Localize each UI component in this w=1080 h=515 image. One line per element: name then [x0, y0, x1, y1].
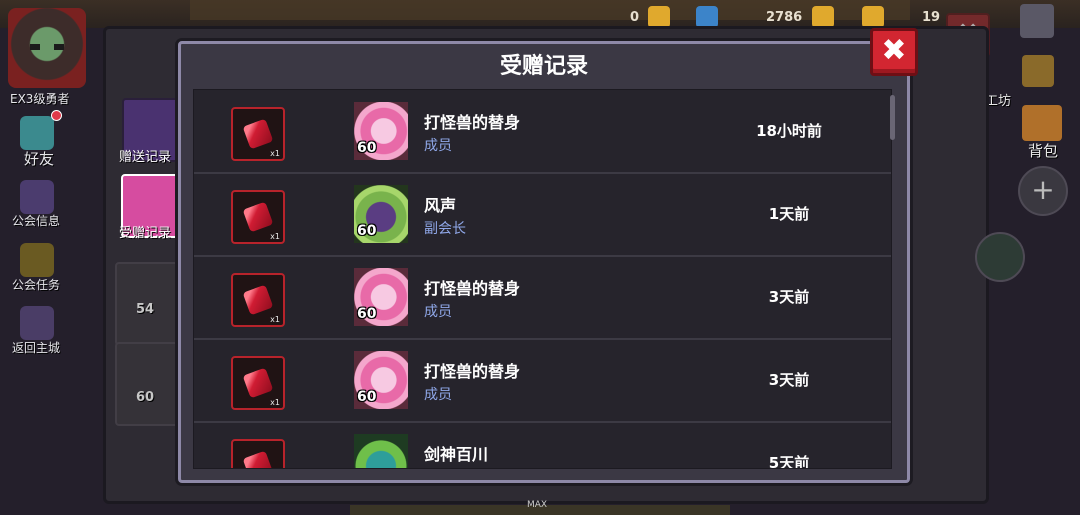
friends-icon[interactable]	[20, 116, 54, 150]
member-name: 风声	[424, 196, 457, 215]
avatar-eye-left	[30, 44, 40, 50]
arrow-right-icon[interactable]	[1022, 55, 1054, 87]
member-role: 成员	[424, 387, 452, 403]
gift-gem-icon: x1	[231, 273, 285, 327]
gift-time: 5天前	[768, 454, 810, 469]
member-role: 成员	[424, 138, 452, 154]
backpack-icon[interactable]	[1022, 105, 1062, 141]
member-role: 副会长	[424, 221, 466, 237]
records-list[interactable]: x1 60 打怪兽的替身 成员 18小时前 x1 60 风声副会长 1天前 x1 60 打怪兽的替身成…	[193, 89, 892, 469]
gift-quantity: x1	[270, 149, 280, 158]
ruby-icon	[242, 367, 274, 399]
bag-label[interactable]: 背包	[1028, 140, 1058, 161]
gift-quantity: x1	[270, 232, 280, 241]
currency-c-value: 19	[922, 10, 941, 25]
ruby-icon	[242, 450, 274, 468]
left-menu-guild-task[interactable]: 公会任务	[12, 276, 60, 293]
left-menu-guild-info[interactable]: 公会信息	[12, 212, 60, 229]
member-avatar[interactable]	[354, 434, 408, 468]
gift-gem-icon: x1	[231, 107, 285, 161]
gift-time: 18小时前	[756, 122, 822, 140]
ruby-icon	[242, 118, 274, 150]
member-name: 打怪兽的替身	[424, 279, 521, 298]
close-button[interactable]: ✖	[870, 28, 918, 76]
table-row[interactable]: x1 60 打怪兽的替身 成员 18小时前	[194, 90, 891, 174]
ruby-icon	[242, 201, 274, 233]
dice-icon[interactable]	[1020, 4, 1054, 38]
avatar-eye-right	[54, 44, 64, 50]
tab-gift-received[interactable]: 受赠记录	[119, 222, 171, 241]
gift-time: 3天前	[768, 371, 810, 389]
background-level: 60	[136, 390, 155, 405]
member-name: 打怪兽的替身	[424, 362, 521, 381]
table-row[interactable]: 剑神百川 5天前	[194, 422, 891, 469]
member-level: 60	[357, 389, 377, 405]
guild-task-icon[interactable]	[20, 243, 54, 277]
table-row[interactable]: x1 60 打怪兽的替身 成员 3天前	[194, 339, 891, 423]
member-role: 成员	[424, 304, 452, 320]
gold-icon	[648, 6, 670, 28]
member-level: 60	[357, 140, 377, 156]
add-button[interactable]: +	[1018, 166, 1068, 216]
gift-time: 1天前	[768, 205, 810, 223]
member-level: 60	[357, 306, 377, 322]
background-level: 54	[136, 302, 155, 317]
member-level: 60	[357, 223, 377, 239]
gift-received-dialog: 受赠记录 x1 60 打怪兽的替身 成员 18小时前 x1 60 风声副会长 1天前 x1 60 打怪…	[178, 41, 910, 483]
gift-quantity: x1	[270, 315, 280, 324]
member-name: 剑神百川	[424, 445, 489, 464]
currency-a-value: 0	[630, 10, 640, 25]
friends-notification-dot	[51, 110, 62, 121]
scrollbar[interactable]	[890, 95, 895, 140]
table-row[interactable]: x1 60 风声副会长 1天前	[194, 173, 891, 257]
gift-time: 3天前	[768, 288, 810, 306]
player-title: EX3级勇者	[10, 92, 70, 106]
gift-gem-icon: x1	[231, 190, 285, 244]
ticket-icon	[862, 6, 884, 28]
left-menu-return-town[interactable]: 返回主城	[12, 339, 60, 356]
member-name: 打怪兽的替身	[424, 113, 521, 132]
ruby-icon	[242, 284, 274, 316]
tab-gift-sent[interactable]: 赠送记录	[119, 146, 171, 165]
currency-b-value: 2786	[766, 10, 803, 25]
gift-quantity: x1	[270, 398, 280, 407]
return-town-icon[interactable]	[20, 306, 54, 340]
background-round-icon	[975, 232, 1025, 282]
dialog-title: 受赠记录	[499, 54, 588, 79]
gift-gem-icon: x1	[231, 356, 285, 410]
player-avatar[interactable]	[8, 8, 86, 88]
max-label: MAX	[527, 500, 548, 510]
gem-icon	[696, 6, 718, 28]
left-menu-friends[interactable]: 好友	[24, 148, 54, 169]
guild-info-icon[interactable]	[20, 180, 54, 214]
table-row[interactable]: x1 60 打怪兽的替身 成员 3天前	[194, 256, 891, 340]
coin-add-icon[interactable]	[812, 6, 834, 28]
gift-gem-icon	[231, 439, 285, 468]
